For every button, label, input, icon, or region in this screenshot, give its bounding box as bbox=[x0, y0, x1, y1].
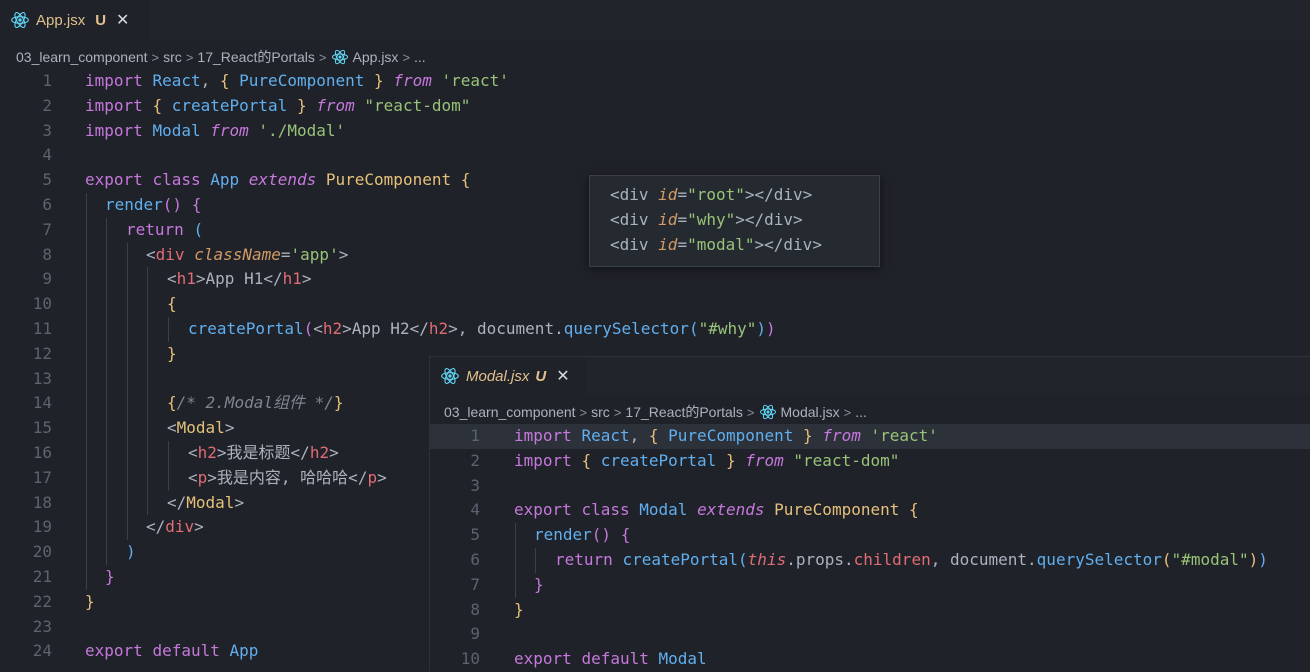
close-icon[interactable]: ✕ bbox=[116, 10, 129, 30]
line-number: 22 bbox=[32, 591, 52, 611]
chevron-right-icon: > bbox=[746, 404, 755, 420]
breadcrumb: 03_learn_component > src > 17_React的Port… bbox=[444, 401, 867, 423]
line-number: 2 bbox=[470, 450, 480, 470]
line-number: 11 bbox=[32, 318, 52, 338]
tab-filename: App.jsx bbox=[36, 11, 86, 29]
code-line: 2 import { createPortal } from "react-dom… bbox=[430, 449, 1310, 474]
chevron-right-icon: > bbox=[579, 404, 588, 420]
line-number: 9 bbox=[42, 269, 52, 289]
code-line: 3 import Modal from './Modal' bbox=[0, 119, 1310, 144]
line-number: 4 bbox=[42, 145, 52, 165]
line-number: 16 bbox=[32, 442, 52, 462]
tab-modal-jsx[interactable]: Modal.jsx U ✕ bbox=[430, 357, 586, 395]
line-number: 24 bbox=[32, 641, 52, 661]
modal-editor-panel: Modal.jsx U ✕ 03_learn_component > src >… bbox=[429, 356, 1310, 671]
code-line: 9 <h1>App H1</h1> bbox=[0, 267, 1310, 293]
chevron-right-icon: > bbox=[151, 49, 160, 65]
breadcrumb-item[interactable]: App.jsx bbox=[353, 49, 399, 65]
chevron-right-icon: > bbox=[318, 49, 327, 65]
code-line: 1 import React, { PureComponent } from 'r… bbox=[0, 69, 1310, 94]
code-editor-modal[interactable]: 1 import React, { PureComponent } from 'r… bbox=[430, 424, 1310, 672]
line-number: 14 bbox=[32, 393, 52, 413]
chevron-right-icon: > bbox=[402, 49, 411, 65]
line-number: 8 bbox=[42, 244, 52, 264]
chevron-right-icon: > bbox=[613, 404, 622, 420]
line-number: 3 bbox=[470, 475, 480, 495]
react-icon bbox=[759, 404, 776, 420]
popup-line: <div id="why"></div> bbox=[610, 210, 803, 229]
line-number: 6 bbox=[470, 549, 480, 569]
react-icon bbox=[11, 12, 29, 28]
line-number: 23 bbox=[32, 616, 52, 636]
breadcrumb-item[interactable]: 17_React的Portals bbox=[197, 47, 315, 67]
close-icon[interactable]: ✕ bbox=[556, 366, 569, 386]
line-number: 6 bbox=[42, 194, 52, 214]
chevron-right-icon: > bbox=[843, 404, 852, 420]
line-number: 7 bbox=[42, 219, 52, 239]
line-number: 17 bbox=[32, 467, 52, 487]
popup-line: <div id="root"></div> bbox=[610, 185, 813, 204]
breadcrumb-item[interactable]: src bbox=[591, 404, 610, 420]
line-number: 10 bbox=[32, 294, 52, 314]
code-line: 8} bbox=[430, 598, 1310, 623]
tab-bar: Modal.jsx U ✕ bbox=[430, 357, 1310, 395]
code-line: 5 render() { bbox=[430, 523, 1310, 548]
line-number: 1 bbox=[470, 426, 480, 445]
tab-app-jsx[interactable]: App.jsx U ✕ bbox=[0, 0, 150, 40]
breadcrumb-item[interactable]: 03_learn_component bbox=[16, 49, 148, 65]
line-number: 5 bbox=[42, 170, 52, 190]
code-line: 7} bbox=[430, 572, 1310, 598]
code-line: 4 export class Modal extends PureComponen… bbox=[430, 498, 1310, 523]
line-number: 4 bbox=[470, 500, 480, 520]
line-number: 15 bbox=[32, 418, 52, 438]
breadcrumb-item[interactable]: Modal.jsx bbox=[781, 404, 840, 420]
breadcrumb-item[interactable]: ... bbox=[855, 404, 867, 420]
breadcrumb-item[interactable]: 03_learn_component bbox=[444, 404, 576, 420]
chevron-right-icon: > bbox=[185, 49, 194, 65]
line-number: 7 bbox=[470, 574, 480, 594]
line-number: 21 bbox=[32, 566, 52, 586]
line-number: 13 bbox=[32, 368, 52, 388]
code-line: 6 return createPortal(this.props.children… bbox=[430, 547, 1310, 573]
hover-popup: <div id="root"></div> <div id="why"></di… bbox=[589, 175, 880, 267]
react-icon bbox=[331, 49, 348, 65]
code-line: 3 bbox=[430, 474, 1310, 499]
line-number: 9 bbox=[470, 624, 480, 644]
line-number: 18 bbox=[32, 492, 52, 512]
react-icon bbox=[441, 368, 459, 384]
code-line: 11 createPortal(<h2>App H2</h2>, document… bbox=[0, 316, 1310, 342]
code-line: 10{ bbox=[0, 292, 1310, 317]
line-number: 1 bbox=[42, 71, 52, 90]
code-line: 4 bbox=[0, 143, 1310, 168]
untracked-badge: U bbox=[535, 367, 547, 385]
code-line: 1 import React, { PureComponent } from 'r… bbox=[430, 424, 1310, 449]
line-number: 12 bbox=[32, 343, 52, 363]
line-number: 19 bbox=[32, 517, 52, 537]
line-number: 20 bbox=[32, 542, 52, 562]
popup-line: <div id="modal"></div> bbox=[610, 235, 822, 254]
line-number: 3 bbox=[42, 120, 52, 140]
line-number: 2 bbox=[42, 95, 52, 115]
breadcrumb-item[interactable]: 17_React的Portals bbox=[625, 402, 743, 422]
untracked-badge: U bbox=[95, 11, 107, 29]
tab-bar: App.jsx U ✕ bbox=[0, 0, 1310, 40]
breadcrumb: 03_learn_component > src > 17_React的Port… bbox=[16, 46, 426, 68]
code-line: 10 export default Modal bbox=[430, 647, 1310, 672]
code-line: 9 bbox=[430, 622, 1310, 647]
code-line: 2 import { createPortal } from "react-dom… bbox=[0, 94, 1310, 119]
breadcrumb-item[interactable]: ... bbox=[414, 49, 426, 65]
line-number: 5 bbox=[470, 525, 480, 545]
tab-filename: Modal.jsx bbox=[466, 367, 530, 385]
line-number: 8 bbox=[470, 599, 480, 619]
breadcrumb-item[interactable]: src bbox=[163, 49, 182, 65]
line-number: 10 bbox=[460, 649, 480, 669]
